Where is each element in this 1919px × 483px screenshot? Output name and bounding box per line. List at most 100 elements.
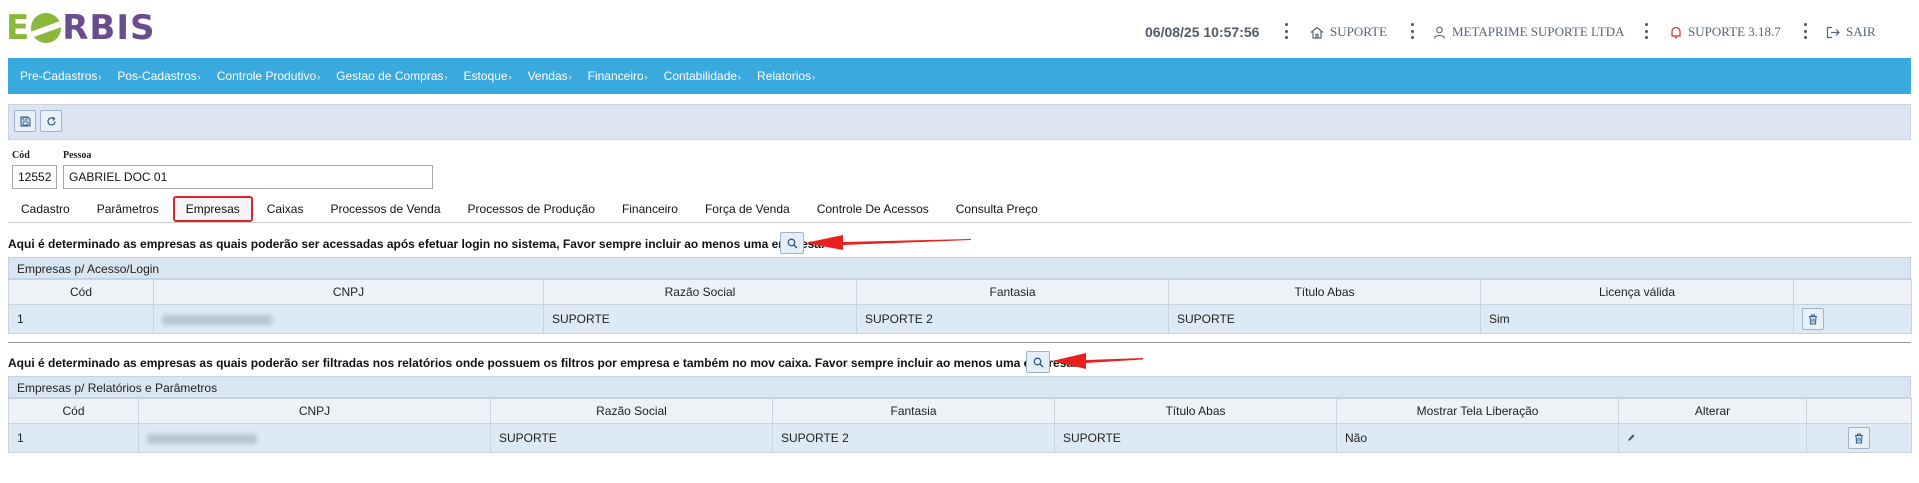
home-icon: [1310, 26, 1324, 39]
tab-processos-de-producao[interactable]: Processos de Produção: [455, 196, 608, 222]
pencil-icon[interactable]: [1627, 433, 1636, 442]
section1-table: Cód CNPJ Razão Social Fantasia Título Ab…: [8, 279, 1912, 334]
annotation-arrow-2: [1052, 353, 1143, 369]
cell-mostrar-tela-liberacao[interactable]: Não: [1336, 423, 1619, 453]
tab-financeiro[interactable]: Financeiro: [609, 196, 691, 222]
menu-vendas[interactable]: Vendas: [528, 69, 572, 83]
cell-razao-social: SUPORTE: [543, 304, 857, 334]
column-header-actions: [1793, 279, 1912, 305]
column-header-razao-social: Razão Social: [543, 279, 857, 305]
kebab-icon[interactable]: [1644, 23, 1648, 39]
column-header-titulo-abas: Título Abas: [1168, 279, 1481, 305]
redacted-cnpj: [162, 314, 272, 325]
table-header-row: Cód CNPJ Razão Social Fantasia Título Ab…: [8, 398, 1912, 424]
save-button[interactable]: [14, 110, 36, 132]
main-menu-bar: Pre-Cadastros Pos-Cadastros Controle Pro…: [8, 58, 1911, 94]
session-datetime: 06/08/25 10:57:56: [1145, 24, 1259, 40]
table-header-row: Cód CNPJ Razão Social Fantasia Título Ab…: [8, 279, 1912, 305]
section1-search-button[interactable]: [780, 232, 804, 254]
datetime-text: 06/08/25 10:57:56: [1145, 24, 1260, 40]
cell-actions: [1793, 304, 1912, 334]
tab-consulta-preco[interactable]: Consulta Preço: [943, 196, 1051, 222]
cell-actions: [1806, 423, 1912, 453]
refresh-icon: [46, 116, 56, 126]
tab-bar: Cadastro Parâmetros Empresas Caixas Proc…: [8, 196, 1911, 223]
logo-text: RBIS: [62, 8, 156, 48]
cell-fantasia: SUPORTE 2: [772, 423, 1055, 453]
tab-cadastro[interactable]: Cadastro: [8, 196, 83, 222]
tab-caixas[interactable]: Caixas: [254, 196, 317, 222]
cell-fantasia: SUPORTE 2: [856, 304, 1169, 334]
delete-row-button[interactable]: [1848, 427, 1870, 449]
cod-label: Cód: [12, 150, 30, 161]
kebab-icon[interactable]: [1410, 23, 1414, 39]
menu-pos-cadastros[interactable]: Pos-Cadastros: [117, 69, 200, 83]
menu-pre-cadastros[interactable]: Pre-Cadastros: [20, 69, 101, 83]
logout-button[interactable]: SAIR: [1826, 24, 1876, 40]
column-header-cnpj: CNPJ: [138, 398, 491, 424]
logout-icon: [1826, 26, 1840, 38]
section2-panel-title: Empresas p/ Relatórios e Parâmetros: [8, 376, 1911, 398]
cell-cnpj: [138, 423, 491, 453]
menu-relatorios[interactable]: Relatorios: [757, 69, 815, 83]
cell-cnpj: [153, 304, 544, 334]
section2-table: Cód CNPJ Razão Social Fantasia Título Ab…: [8, 398, 1912, 453]
column-header-licenca-valida: Licença válida: [1480, 279, 1794, 305]
company-label: METAPRIME SUPORTE LTDA: [1452, 24, 1625, 39]
menu-contabilidade[interactable]: Contabilidade: [664, 69, 741, 83]
cell-licenca-valida[interactable]: Sim: [1480, 304, 1794, 334]
version-indicator[interactable]: SUPORTE 3.18.7: [1670, 24, 1781, 40]
table-row[interactable]: 1 SUPORTE SUPORTE 2 SUPORTE Não: [8, 423, 1912, 453]
location-label: SUPORTE: [1330, 24, 1388, 39]
pessoa-field[interactable]: GABRIEL DOC 01: [63, 165, 433, 189]
location-indicator[interactable]: SUPORTE: [1310, 24, 1387, 40]
refresh-button[interactable]: [40, 110, 62, 132]
delete-row-button[interactable]: [1802, 308, 1824, 330]
user-icon: [1433, 26, 1446, 39]
company-indicator[interactable]: METAPRIME SUPORTE LTDA: [1433, 24, 1625, 40]
cell-titulo-abas: SUPORTE: [1168, 304, 1481, 334]
menu-gestao-de-compras[interactable]: Gestao de Compras: [336, 69, 447, 83]
column-header-mostrar-tela-liberacao: Mostrar Tela Liberação: [1336, 398, 1619, 424]
section2-search-button[interactable]: [1026, 351, 1050, 373]
column-header-actions: [1806, 398, 1912, 424]
cell-cod: 1: [8, 304, 154, 334]
cell-razao-social: SUPORTE: [490, 423, 773, 453]
search-icon: [787, 238, 797, 248]
column-header-razao-social: Razão Social: [490, 398, 773, 424]
app-logo: E RBIS: [6, 8, 155, 48]
section1-panel-title: Empresas p/ Acesso/Login: [8, 257, 1911, 279]
pessoa-label: Pessoa: [63, 150, 92, 161]
column-header-titulo-abas: Título Abas: [1054, 398, 1337, 424]
tab-forca-de-venda[interactable]: Força de Venda: [692, 196, 803, 222]
column-header-fantasia: Fantasia: [772, 398, 1055, 424]
cell-cod: 1: [8, 423, 139, 453]
column-header-fantasia: Fantasia: [856, 279, 1169, 305]
tab-processos-de-venda[interactable]: Processos de Venda: [317, 196, 453, 222]
kebab-icon[interactable]: [1803, 23, 1807, 39]
tab-empresas[interactable]: Empresas: [172, 196, 253, 222]
menu-estoque[interactable]: Estoque: [464, 69, 512, 83]
search-icon: [1033, 357, 1043, 367]
section2-note: Aqui é determinado as empresas as quais …: [8, 356, 1077, 370]
trash-icon: [1809, 314, 1817, 324]
column-header-cod: Cód: [8, 398, 139, 424]
table-row[interactable]: 1 SUPORTE SUPORTE 2 SUPORTE Sim: [8, 304, 1912, 334]
logo-letter-e: E: [6, 8, 31, 48]
logout-label: SAIR: [1846, 24, 1876, 39]
annotation-arrow-1: [805, 235, 971, 250]
kebab-icon[interactable]: [1284, 23, 1288, 39]
menu-financeiro[interactable]: Financeiro: [588, 69, 648, 83]
menu-controle-produtivo[interactable]: Controle Produtivo: [217, 69, 320, 83]
trash-icon: [1855, 433, 1863, 443]
column-header-alterar: Alterar: [1618, 398, 1807, 424]
bell-icon: [1671, 26, 1681, 38]
cod-field[interactable]: 12552: [12, 165, 57, 189]
action-toolbar: [8, 104, 1911, 140]
redacted-cnpj: [147, 433, 257, 444]
section-divider: [8, 342, 1911, 343]
tab-parametros[interactable]: Parâmetros: [84, 196, 172, 222]
cell-titulo-abas: SUPORTE: [1054, 423, 1337, 453]
tab-controle-de-acessos[interactable]: Controle De Acessos: [804, 196, 942, 222]
column-header-cnpj: CNPJ: [153, 279, 544, 305]
